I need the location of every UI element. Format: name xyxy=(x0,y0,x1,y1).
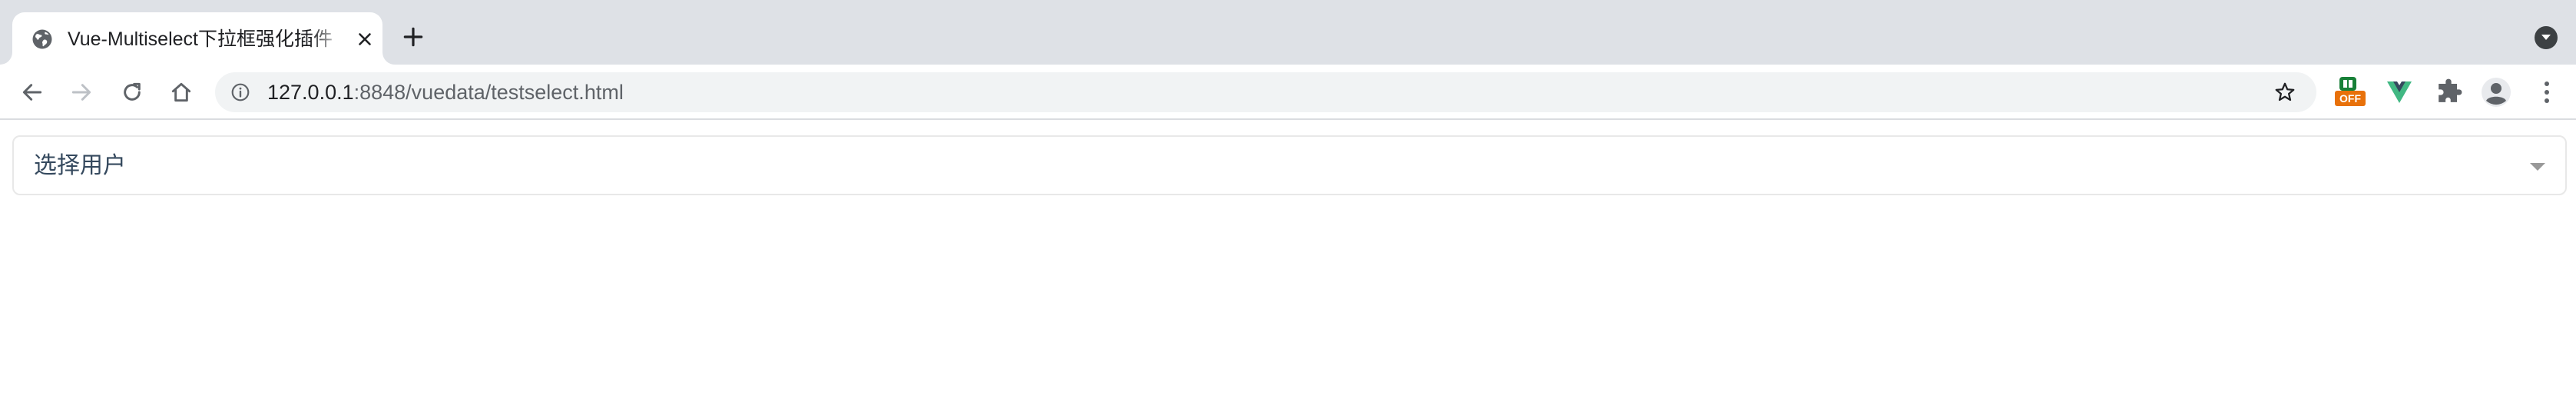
tab-title: Vue-Multiselect下拉框强化插件 xyxy=(68,28,333,50)
ext-off-icon[interactable]: OFF xyxy=(2333,75,2367,109)
url-path: :8848/vuedata/testselect.html xyxy=(353,81,624,104)
url-host: 127.0.0.1 xyxy=(267,81,354,104)
globe-icon xyxy=(31,28,54,51)
kebab-menu-icon[interactable] xyxy=(2530,75,2564,109)
puzzle-icon[interactable] xyxy=(2432,75,2465,109)
vue-devtools-icon[interactable] xyxy=(2382,75,2416,109)
info-icon[interactable] xyxy=(230,82,250,102)
browser-tab[interactable]: Vue-Multiselect下拉框强化插件 xyxy=(12,12,382,65)
reload-icon[interactable] xyxy=(115,75,149,109)
plus-icon[interactable] xyxy=(401,25,425,49)
address-bar[interactable]: 127.0.0.1:8848/vuedata/testselect.html xyxy=(215,72,2316,112)
user-multiselect[interactable]: 选择用户 xyxy=(12,135,2567,195)
close-icon[interactable] xyxy=(355,29,375,49)
ext-off-badge: OFF xyxy=(2339,92,2361,105)
multiselect-placeholder: 选择用户 xyxy=(34,153,126,178)
arrow-left-icon[interactable] xyxy=(15,75,49,109)
browser-toolbar: 127.0.0.1:8848/vuedata/testselect.html O… xyxy=(0,65,2576,120)
page-content: 选择用户 xyxy=(0,121,2576,409)
arrow-right-icon[interactable] xyxy=(65,75,98,109)
star-icon[interactable] xyxy=(2273,81,2296,104)
home-icon[interactable] xyxy=(164,75,198,109)
profile-icon[interactable] xyxy=(2479,75,2513,109)
chevron-down-icon[interactable] xyxy=(2535,26,2558,49)
caret-down-icon[interactable] xyxy=(2530,163,2545,171)
tab-strip: Vue-Multiselect下拉框强化插件 xyxy=(0,0,2576,65)
url-text[interactable]: 127.0.0.1:8848/vuedata/testselect.html xyxy=(267,78,624,106)
